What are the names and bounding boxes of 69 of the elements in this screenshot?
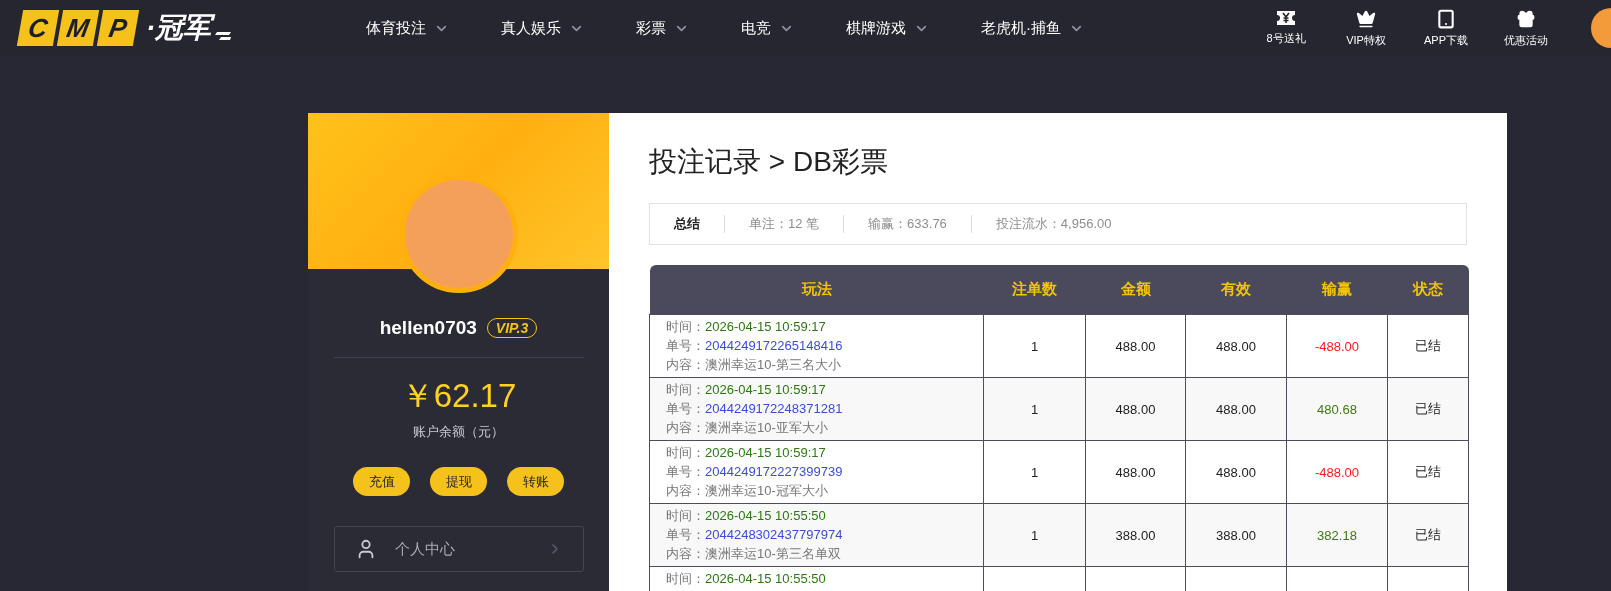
column-header: 玩法 bbox=[649, 265, 984, 315]
bet-time: 时间：2026-04-15 10:59:17 bbox=[666, 381, 827, 399]
tablet-icon bbox=[1436, 8, 1456, 29]
summary-stat: 单注：12 笔 bbox=[725, 215, 845, 233]
logo-dash-icon bbox=[215, 30, 234, 40]
bet-time: 时间：2026-04-15 10:55:50 bbox=[666, 507, 827, 525]
bet-content: 内容：澳洲幸运10-第三名单双 bbox=[666, 545, 842, 563]
table-cell: -488.00 bbox=[1286, 314, 1388, 378]
table-cell: 480.68 bbox=[1286, 377, 1388, 441]
table-cell: 488.00 bbox=[1085, 377, 1186, 441]
column-header: 注单数 bbox=[983, 265, 1086, 315]
column-header: 金额 bbox=[1085, 265, 1186, 315]
balance-amount: ￥62.17 bbox=[400, 376, 517, 416]
bet-content: 内容：澳洲幸运10-亚军大小 bbox=[666, 419, 829, 437]
username: hellen0703 bbox=[379, 317, 477, 339]
column-header: 输赢 bbox=[1286, 265, 1388, 315]
table-cell: 388.00 bbox=[1085, 503, 1186, 567]
table-cell: 488.00 bbox=[1085, 440, 1186, 504]
nav-menu-item[interactable]: 彩票 bbox=[610, 18, 715, 38]
summary-title: 总结 bbox=[674, 215, 725, 233]
bet-order-number: 单号：2044249172227399739 bbox=[666, 463, 844, 481]
action-button[interactable]: 提现 bbox=[430, 467, 487, 496]
column-header: 状态 bbox=[1387, 265, 1469, 315]
bet-order-number: 单号：2044248302437797974 bbox=[666, 526, 844, 544]
table-cell: 488.00 bbox=[1085, 314, 1186, 378]
bet-time: 时间：2026-04-15 10:59:17 bbox=[666, 318, 827, 336]
table-cell: 1 bbox=[983, 377, 1086, 441]
table-cell: 388.00 bbox=[1185, 503, 1287, 567]
balance-label: 账户余额（元） bbox=[413, 423, 504, 441]
nav-menu-item[interactable]: 体育投注 bbox=[340, 18, 475, 38]
logo-letter: P bbox=[96, 10, 140, 46]
menu-item[interactable]: 个人中心 bbox=[333, 526, 584, 572]
bet-time: 时间：2026-04-15 10:59:17 bbox=[666, 444, 827, 462]
table-cell: 已结 bbox=[1387, 440, 1469, 504]
table-cell: 488.00 bbox=[1185, 314, 1287, 378]
nav-menu-item[interactable]: 棋牌游戏 bbox=[820, 18, 955, 38]
table-cell: 488.00 bbox=[1185, 377, 1287, 441]
table-cell: 已结 bbox=[1387, 503, 1469, 567]
summary-stat: 投注流水：4,956.00 bbox=[994, 215, 1113, 233]
nav-menu-item[interactable]: 真人娱乐 bbox=[475, 18, 610, 38]
logo-letter: C bbox=[16, 10, 60, 46]
nav-menu-item[interactable]: 老虎机·捕鱼 bbox=[955, 18, 1110, 38]
shortcut-link[interactable]: APP下载 bbox=[1409, 8, 1483, 48]
logo-letter: M bbox=[56, 10, 100, 46]
bet-time: 时间：2026-04-15 10:55:50 bbox=[666, 570, 827, 588]
bet-order-number: 单号：2044249172248371281 bbox=[666, 400, 844, 418]
nav-menu-item[interactable]: 电竞 bbox=[715, 18, 820, 38]
crown-icon bbox=[1356, 8, 1376, 29]
table-cell: 1 bbox=[983, 314, 1086, 378]
column-header: 有效 bbox=[1185, 265, 1287, 315]
table-cell: 已结 bbox=[1387, 314, 1469, 378]
bet-content: 内容：澳洲幸运10-冠军大小 bbox=[666, 482, 829, 500]
bet-order-number: 单号：2044249172265148416 bbox=[666, 337, 844, 355]
shortcut-link[interactable]: 优惠活动 bbox=[1489, 8, 1563, 48]
action-button[interactable]: 转账 bbox=[507, 467, 564, 496]
table-cell: 1 bbox=[983, 440, 1086, 504]
shortcut-link[interactable]: 8号送礼 bbox=[1249, 8, 1323, 48]
action-button[interactable]: 充值 bbox=[353, 467, 410, 496]
yen-ticket-icon bbox=[1276, 8, 1296, 27]
page-title: 投注记录 > DB彩票 bbox=[649, 145, 889, 179]
shortcut-link[interactable]: VIP特权 bbox=[1329, 8, 1403, 48]
table-cell: 已结 bbox=[1387, 377, 1469, 441]
bet-content: 内容：澳洲幸运10-第三名大小 bbox=[666, 356, 842, 374]
gift-icon bbox=[1516, 8, 1536, 29]
table-cell: -488.00 bbox=[1286, 440, 1388, 504]
table-cell: 382.18 bbox=[1286, 503, 1388, 567]
table-cell: 1 bbox=[983, 503, 1086, 567]
summary-stat: 输赢：633.76 bbox=[844, 215, 972, 233]
table-cell: 488.00 bbox=[1185, 440, 1287, 504]
